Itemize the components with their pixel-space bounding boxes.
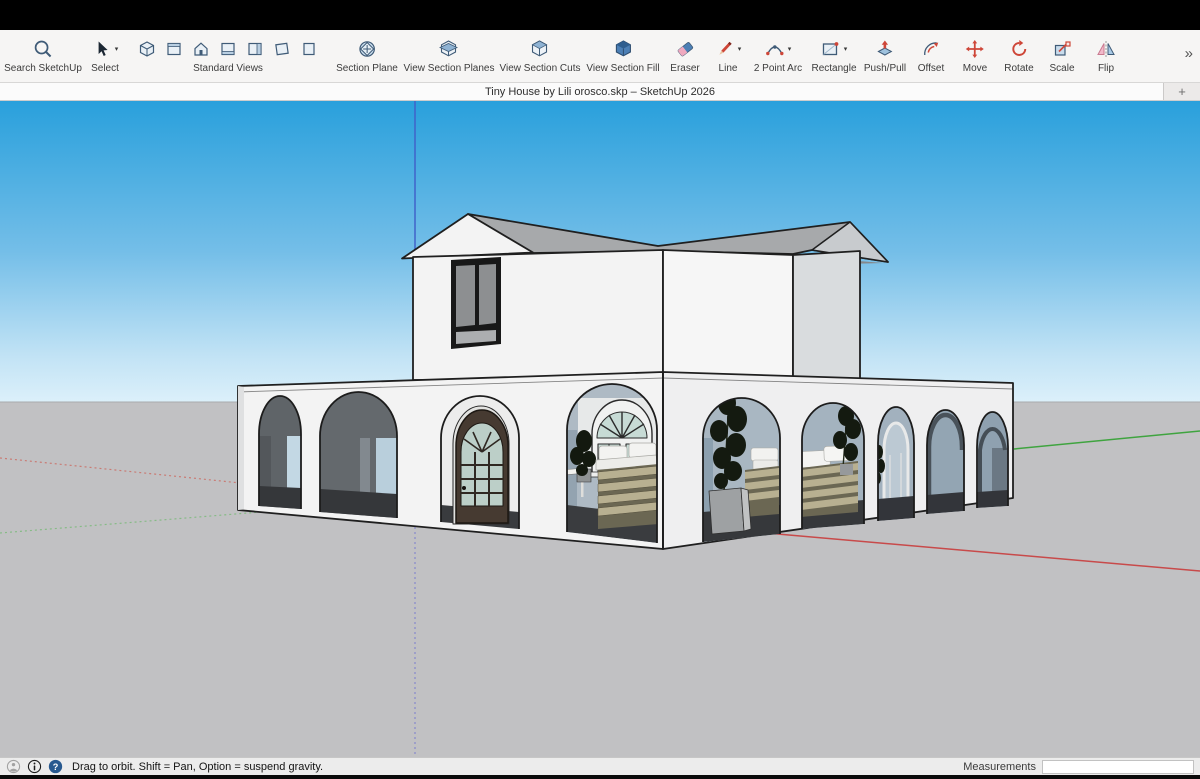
tool-label: Section Plane: [336, 63, 398, 74]
tool-flip[interactable]: Flip: [1096, 37, 1116, 74]
scale-icon: [1052, 39, 1072, 59]
standard-view-top-button[interactable]: [165, 40, 183, 58]
upper-front-wall: [413, 250, 663, 380]
tool-eraser[interactable]: Eraser: [670, 37, 699, 74]
upper-right-front-wall: [663, 250, 793, 380]
tool-label: View Section Planes: [404, 63, 495, 74]
tool-offset[interactable]: Offset: [918, 37, 945, 74]
bottom-edge-strip: [0, 775, 1200, 779]
macos-menu-bar: [0, 0, 1200, 30]
flip-icon: [1096, 39, 1116, 59]
section-cube-fill-icon: [613, 39, 633, 59]
tool-line[interactable]: ▾ Line: [715, 37, 742, 74]
measurements-label: Measurements: [963, 761, 1036, 773]
tool-move[interactable]: Move: [963, 37, 987, 74]
new-scene-tab-button[interactable]: +: [1163, 83, 1200, 100]
3d-viewport[interactable]: [0, 101, 1200, 757]
push-pull-icon: [875, 39, 895, 59]
upper-side-wall: [793, 251, 860, 380]
sketchup-window: Search SketchUp ▾ Select Standard View: [0, 0, 1200, 779]
section-plane-icon: [357, 39, 377, 59]
info-icon[interactable]: [27, 759, 42, 774]
tool-label: View Section Fill: [586, 63, 659, 74]
arch-opening: [259, 396, 301, 509]
tool-view-section-fill[interactable]: View Section Fill: [586, 37, 659, 74]
tool-select[interactable]: ▾ Select: [91, 37, 119, 74]
tool-rotate[interactable]: Rotate: [1004, 37, 1033, 74]
pencil-icon: [715, 39, 735, 59]
door-handle: [462, 486, 466, 490]
search-icon: [33, 39, 53, 59]
tool-label: Rotate: [1004, 63, 1033, 74]
tool-scale[interactable]: Scale: [1049, 37, 1074, 74]
eraser-icon: [675, 39, 695, 59]
chevron-down-icon[interactable]: ▾: [738, 46, 742, 53]
model-render: [0, 101, 1200, 757]
tool-label: Rectangle: [811, 63, 856, 74]
tool-2-point-arc[interactable]: ▾ 2 Point Arc: [754, 37, 802, 74]
tool-push-pull[interactable]: Push/Pull: [864, 37, 906, 74]
help-icon[interactable]: ?: [48, 759, 63, 774]
tool-rectangle[interactable]: ▾ Rectangle: [811, 37, 856, 74]
standard-view-left-button[interactable]: [300, 40, 318, 58]
tool-label: Eraser: [670, 63, 699, 74]
tool-label: Scale: [1049, 63, 1074, 74]
tool-section-plane[interactable]: Section Plane: [336, 37, 398, 74]
tool-label: Search SketchUp: [4, 63, 82, 74]
tool-search-sketchup[interactable]: Search SketchUp: [4, 37, 82, 74]
chevron-down-icon[interactable]: ▾: [788, 46, 792, 53]
concrete-planter: [709, 488, 751, 534]
svg-text:?: ?: [53, 762, 59, 772]
tool-label: Flip: [1098, 63, 1114, 74]
standard-view-back-button[interactable]: [273, 40, 291, 58]
status-bar: ? Drag to orbit. Shift = Pan, Option = s…: [0, 757, 1200, 775]
arch-opening: [927, 410, 964, 514]
rectangle-icon: [821, 39, 841, 59]
arch-patio-planter: [703, 391, 780, 543]
arch-opening: [977, 412, 1008, 508]
tool-label: Line: [719, 63, 738, 74]
arcade-left-return: [238, 386, 244, 510]
chevron-down-icon[interactable]: ▾: [844, 46, 848, 53]
toolbar: Search SketchUp ▾ Select Standard View: [0, 30, 1200, 83]
document-title: Tiny House by Lili orosco.skp – SketchUp…: [485, 86, 715, 98]
arch-living-room: [561, 384, 660, 543]
rotate-icon: [1009, 39, 1029, 59]
tool-view-section-planes[interactable]: View Section Planes: [404, 37, 495, 74]
geolocation-icon[interactable]: [6, 759, 21, 774]
group-label: Standard Views: [193, 63, 263, 74]
cursor-icon: [92, 39, 112, 59]
standard-views-group: Standard Views: [138, 37, 318, 74]
standard-view-front-button[interactable]: [219, 40, 237, 58]
tool-view-section-cuts[interactable]: View Section Cuts: [500, 37, 581, 74]
status-hint: Drag to orbit. Shift = Pan, Option = sus…: [72, 761, 323, 773]
arc-icon: [765, 39, 785, 59]
arch-opening: [320, 392, 397, 518]
arch-front-door: [441, 396, 519, 529]
tool-label: Move: [963, 63, 987, 74]
tool-label: Offset: [918, 63, 945, 74]
sofa: [596, 443, 658, 529]
offset-icon: [921, 39, 941, 59]
tool-label: 2 Point Arc: [754, 63, 802, 74]
toolbar-overflow-chevron[interactable]: »: [1185, 45, 1193, 62]
standard-view-right-button[interactable]: [246, 40, 264, 58]
standard-view-home-button[interactable]: [192, 40, 210, 58]
section-cube-cut-icon: [530, 39, 550, 59]
move-icon: [965, 39, 985, 59]
upper-window: [451, 257, 501, 349]
measurements-input[interactable]: [1042, 760, 1194, 774]
tool-label: Select: [91, 63, 119, 74]
tool-label: View Section Cuts: [500, 63, 581, 74]
arch-daybed: [799, 403, 864, 529]
document-title-bar: Tiny House by Lili orosco.skp – SketchUp…: [0, 83, 1200, 101]
chevron-down-icon[interactable]: ▾: [115, 46, 119, 53]
section-cube-icon: [439, 39, 459, 59]
tool-label: Push/Pull: [864, 63, 906, 74]
standard-view-iso-button[interactable]: [138, 40, 156, 58]
